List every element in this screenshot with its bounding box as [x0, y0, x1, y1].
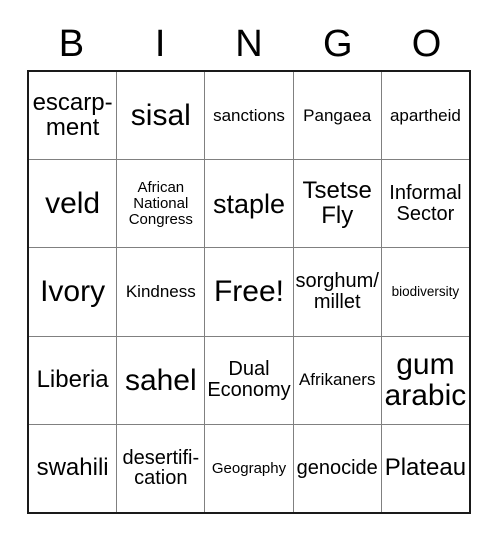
bingo-cell[interactable]: Kindness	[117, 248, 206, 336]
bingo-row: escarp- ment sisal sanctions Pangaea apa…	[29, 72, 469, 161]
bingo-cell[interactable]: sanctions	[205, 72, 294, 160]
bingo-grid: escarp- ment sisal sanctions Pangaea apa…	[27, 70, 471, 514]
bingo-cell[interactable]: Dual Economy	[205, 336, 294, 424]
bingo-cell[interactable]: biodiversity	[382, 248, 469, 335]
bingo-cell[interactable]: Afrikaners	[294, 336, 382, 424]
bingo-cell[interactable]: staple	[205, 160, 294, 248]
bingo-cell[interactable]: gum arabic	[382, 337, 469, 424]
bingo-cell[interactable]: sisal	[117, 72, 206, 160]
header-letter-n: N	[235, 23, 263, 65]
bingo-cell[interactable]: escarp- ment	[29, 72, 118, 160]
bingo-card: B I N G O escarp- ment sisal sanctions P…	[0, 0, 500, 544]
header-letter-i: I	[154, 23, 166, 65]
header-letter-o: O	[411, 23, 442, 65]
bingo-cell[interactable]: sahel	[117, 336, 206, 424]
bingo-cell[interactable]: African National Congress	[117, 160, 206, 248]
bingo-row: Liberia sahel Dual Economy Afrikaners gu…	[29, 336, 469, 425]
bingo-cell[interactable]: sorghum/ millet	[294, 248, 382, 336]
bingo-cell-free-space[interactable]: Free!	[205, 248, 294, 336]
header-letter-g: G	[323, 23, 353, 65]
bingo-row: veld African National Congress staple Ts…	[29, 160, 469, 249]
bingo-cell[interactable]: Informal Sector	[382, 160, 469, 247]
bingo-cell[interactable]: veld	[29, 160, 118, 248]
bingo-cell[interactable]: desertifi- cation	[117, 424, 206, 513]
header-letter-b: B	[58, 23, 85, 65]
bingo-cell[interactable]: swahili	[29, 424, 118, 513]
bingo-row: swahili desertifi- cation Geography geno…	[29, 424, 469, 513]
bingo-cell[interactable]: Geography	[205, 424, 294, 513]
bingo-cell[interactable]: Plateau	[382, 425, 469, 512]
bingo-cell[interactable]: Liberia	[29, 336, 118, 424]
bingo-cell[interactable]: Tsetse Fly	[294, 160, 382, 248]
bingo-cell[interactable]: apartheid	[382, 72, 469, 159]
bingo-row: Ivory Kindness Free! sorghum/ millet bio…	[29, 248, 469, 337]
bingo-cell[interactable]: Pangaea	[294, 72, 382, 160]
bingo-cell[interactable]: Ivory	[29, 248, 118, 336]
bingo-header: B I N G O	[27, 18, 471, 70]
bingo-cell[interactable]: genocide	[294, 424, 382, 513]
